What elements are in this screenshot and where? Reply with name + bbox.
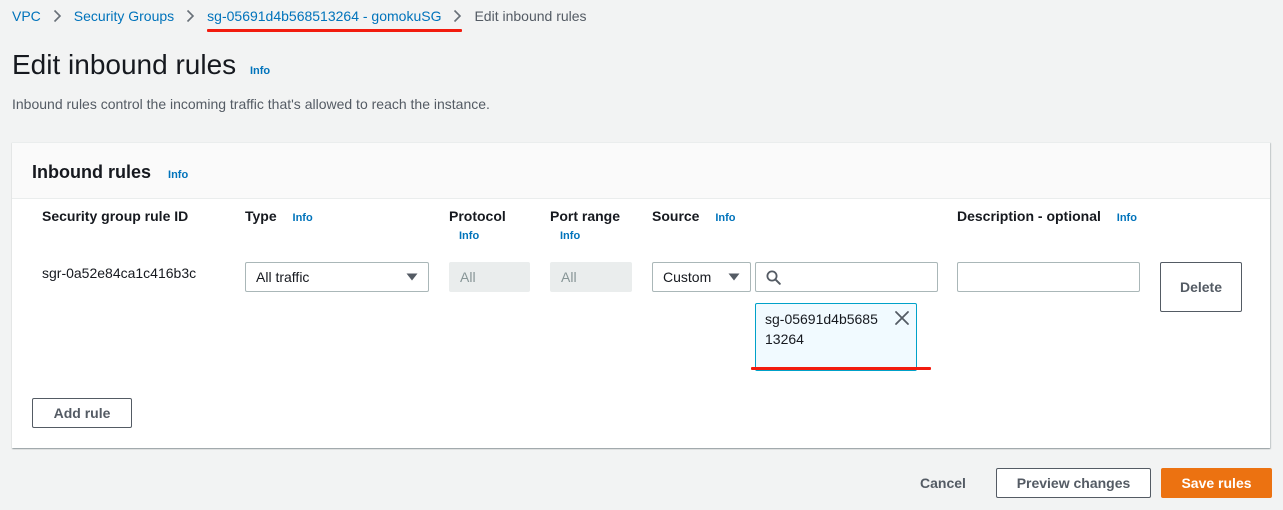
source-type-value: Custom (663, 269, 712, 285)
add-rule-button[interactable]: Add rule (32, 398, 132, 428)
page-info-link[interactable]: Info (250, 65, 270, 77)
chevron-right-icon (186, 9, 195, 23)
breadcrumb-vpc[interactable]: VPC (12, 8, 41, 24)
page-description: Inbound rules control the incoming traff… (12, 96, 490, 112)
delete-rule-label: Delete (1179, 279, 1223, 295)
source-token-label: sg-05691d4b568513264 (765, 311, 878, 347)
description-input[interactable] (957, 262, 1140, 292)
panel-info-link[interactable]: Info (168, 169, 188, 181)
save-rules-button[interactable]: Save rules (1161, 468, 1272, 498)
highlight-underline (207, 29, 462, 32)
source-type-select[interactable]: Custom (652, 262, 751, 292)
add-rule-label: Add rule (53, 405, 111, 421)
page-title: Edit inbound rules Info (12, 48, 270, 88)
protocol-info-link[interactable]: Info (459, 230, 479, 242)
breadcrumb-security-groups[interactable]: Security Groups (74, 8, 174, 24)
col-header-type: Type Info (245, 207, 313, 227)
panel-title-text: Inbound rules (32, 162, 151, 182)
source-search-input[interactable] (755, 262, 938, 292)
description-info-link[interactable]: Info (1117, 212, 1137, 224)
save-rules-label: Save rules (1181, 475, 1252, 491)
caret-down-icon (728, 273, 740, 281)
preview-changes-button[interactable]: Preview changes (996, 468, 1151, 498)
chevron-right-icon (453, 9, 462, 23)
type-select[interactable]: All traffic (245, 262, 429, 292)
delete-rule-button[interactable]: Delete (1160, 262, 1242, 312)
search-icon (766, 270, 781, 285)
panel-header: Inbound rules Info (12, 143, 1270, 199)
panel-title: Inbound rules Info (32, 161, 188, 186)
page-title-text: Edit inbound rules (12, 49, 237, 80)
col-header-rule-id: Security group rule ID (42, 208, 189, 224)
caret-down-icon (406, 273, 418, 281)
port-range-info-link[interactable]: Info (560, 230, 580, 242)
close-icon[interactable] (894, 310, 910, 326)
col-header-description-label: Description - optional (957, 208, 1101, 224)
type-info-link[interactable]: Info (293, 212, 313, 224)
col-header-description: Description - optional Info (957, 207, 1137, 227)
col-header-type-label: Type (245, 208, 277, 224)
preview-changes-label: Preview changes (1016, 475, 1131, 491)
port-range-input: All (550, 262, 632, 292)
cancel-button[interactable]: Cancel (920, 475, 966, 491)
source-token: sg-05691d4b568513264 (755, 303, 917, 371)
protocol-input: All (449, 262, 530, 292)
col-header-source-label: Source (652, 208, 700, 224)
col-header-port-range: Port range (550, 208, 621, 224)
col-header-protocol: Protocol (449, 208, 506, 224)
highlight-underline (751, 367, 931, 370)
inbound-rules-panel: Inbound rules Info Security group rule I… (12, 142, 1270, 448)
breadcrumb-current: Edit inbound rules (474, 8, 587, 24)
col-header-source: Source Info (652, 207, 736, 227)
source-info-link[interactable]: Info (715, 212, 735, 224)
breadcrumb: VPC Security Groups sg-05691d4b568513264… (12, 7, 587, 25)
rule-id: sgr-0a52e84ca1c416b3c (42, 265, 197, 281)
breadcrumb-security-group[interactable]: sg-05691d4b568513264 - gomokuSG (207, 8, 441, 24)
chevron-right-icon (53, 9, 62, 23)
type-select-value: All traffic (256, 269, 310, 285)
